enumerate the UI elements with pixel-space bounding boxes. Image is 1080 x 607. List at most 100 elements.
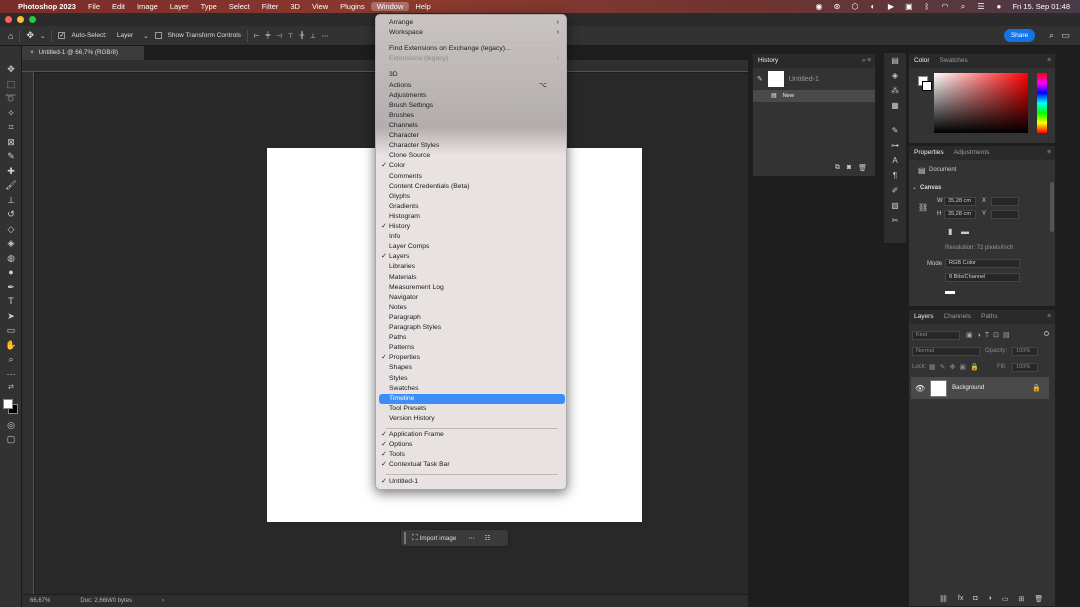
lock-icon[interactable]: ▣	[904, 2, 913, 11]
minimize-button[interactable]	[17, 16, 24, 23]
history-snapshot[interactable]: ✎ Untitled-1	[753, 68, 875, 90]
menu-item-channels[interactable]: Channels	[379, 121, 565, 131]
stamp-tool-icon[interactable]: ⊥	[0, 193, 22, 208]
menu-item-workspace[interactable]: Workspace ›	[379, 28, 565, 38]
tab-layers[interactable]: Layers	[914, 310, 934, 324]
background-color-swatch[interactable]	[922, 81, 932, 91]
fill-color-swatch[interactable]	[945, 291, 955, 294]
menu-window[interactable]: Window	[370, 2, 410, 11]
tab-paths[interactable]: Paths	[981, 310, 998, 324]
wifi-icon[interactable]: ◠	[940, 2, 949, 11]
menu-item-measurement-log[interactable]: Measurement Log	[379, 283, 565, 293]
menu-filter[interactable]: Filter	[256, 2, 285, 11]
blend-mode-dropdown[interactable]: Normal	[912, 347, 980, 356]
menu-item-notes[interactable]: Notes	[379, 303, 565, 313]
swatch-icon[interactable]: ▦	[884, 98, 906, 113]
eyedropper-icon[interactable]: ✎	[0, 149, 22, 164]
quick-mask-icon[interactable]: ◎	[0, 418, 22, 433]
path-select-icon[interactable]: ➤	[0, 309, 22, 324]
menu-item-comments[interactable]: Comments	[379, 172, 565, 182]
menu-item-brush-settings[interactable]: Brush Settings	[379, 101, 565, 111]
menu-help[interactable]: Help	[409, 2, 436, 11]
hue-slider[interactable]	[1037, 73, 1047, 133]
link-layers-icon[interactable]: ⛓	[939, 595, 948, 603]
magic-wand-icon[interactable]: ✧	[0, 106, 22, 121]
portrait-orientation-icon[interactable]: ▮	[948, 227, 952, 236]
status-icon-4[interactable]: ◐	[868, 2, 877, 11]
menu-item-version-history[interactable]: Version History	[379, 414, 565, 424]
menu-item-layer-comps[interactable]: Layer Comps	[379, 242, 565, 252]
blur-tool-icon[interactable]: ◍	[0, 251, 22, 266]
menu-item-tools[interactable]: ✓ Tools	[379, 450, 565, 460]
marquee-tool-icon[interactable]: ⬚	[0, 77, 22, 92]
menu-item-properties[interactable]: ✓ Properties	[379, 353, 565, 363]
menu-plugins[interactable]: Plugins	[334, 2, 371, 11]
tools-presets-icon[interactable]: ✂	[884, 213, 906, 228]
menu-item-actions[interactable]: Actions ⌥	[379, 81, 565, 91]
mode-dropdown[interactable]: RGB Color	[945, 259, 1020, 268]
close-button[interactable]	[5, 16, 12, 23]
paint-bucket-icon[interactable]: ◈	[0, 236, 22, 251]
align-middle-icon[interactable]: ╫	[300, 32, 305, 39]
menu-item-history[interactable]: ✓ History	[379, 222, 565, 232]
new-layer-icon[interactable]: ⊞	[1018, 595, 1024, 603]
opacity-field[interactable]: 100%	[1012, 347, 1038, 356]
vertical-ruler[interactable]	[22, 72, 34, 594]
menu-item-application-frame[interactable]: ✓ Application Frame	[379, 430, 565, 440]
screen-mode-icon[interactable]: ▢	[0, 432, 22, 447]
tab-history[interactable]: History	[758, 54, 778, 68]
brush-tool-icon[interactable]: 🖌	[0, 178, 22, 193]
more-options-icon[interactable]: ⋯	[468, 535, 474, 542]
healing-brush-icon[interactable]: ✚	[0, 164, 22, 179]
add-mask-icon[interactable]: ◘	[973, 595, 977, 603]
layer-row-background[interactable]: 👁 Background 🔒	[911, 377, 1049, 399]
status-icon-1[interactable]: ◉	[814, 2, 823, 11]
search-icon[interactable]: ⌕	[1049, 30, 1054, 41]
panel-menu-icon[interactable]: ≡	[1047, 310, 1055, 324]
workspace-icon[interactable]: ▭	[1061, 30, 1070, 41]
zoom-button[interactable]	[29, 16, 36, 23]
align-left-icon[interactable]: ⊢	[254, 32, 260, 40]
pen-tool-icon[interactable]: ✒	[0, 280, 22, 295]
menu-item-gradients[interactable]: Gradients	[379, 202, 565, 212]
y-field[interactable]	[991, 210, 1019, 219]
menu-item-timeline[interactable]: Timeline	[379, 394, 565, 404]
swap-colors-icon[interactable]: ⇄	[0, 381, 22, 396]
move-tool-icon[interactable]: ✥	[26, 30, 34, 41]
status-icon-2[interactable]: ⊛	[832, 2, 841, 11]
settings-icon[interactable]: ☷	[485, 535, 491, 542]
layer-name[interactable]: Background	[952, 385, 984, 391]
menu-layer[interactable]: Layer	[164, 2, 195, 11]
menu-type[interactable]: Type	[195, 2, 223, 11]
lasso-tool-icon[interactable]: ➰	[0, 91, 22, 106]
dodge-tool-icon[interactable]: ●	[0, 265, 22, 280]
import-image-button[interactable]: Import image	[420, 535, 457, 542]
trash-icon[interactable]: 🗑	[858, 164, 867, 172]
app-menu[interactable]: Photoshop 2023	[12, 2, 82, 11]
document-tab[interactable]: × Untitled-1 @ 66,7% (RGB/8)	[22, 46, 144, 60]
menu-item-navigator[interactable]: Navigator	[379, 293, 565, 303]
control-center-icon[interactable]: ☰	[976, 2, 985, 11]
visibility-eye-icon[interactable]: 👁	[915, 384, 925, 393]
more-tools-icon[interactable]: ⋯	[0, 367, 22, 382]
height-field[interactable]: 35,28 cm	[944, 210, 976, 219]
share-button[interactable]: Share	[1004, 29, 1035, 42]
character-icon[interactable]: A	[884, 153, 906, 168]
align-bottom-icon[interactable]: ⊥	[310, 32, 316, 40]
menu-item-paths[interactable]: Paths	[379, 333, 565, 343]
menu-item-patterns[interactable]: Patterns	[379, 343, 565, 353]
libraries-icon[interactable]: ⁂	[884, 83, 906, 98]
panel-menu-icon[interactable]: » ≡	[862, 54, 875, 68]
color-swatches[interactable]	[0, 396, 22, 418]
chevron-down-icon[interactable]: ⌄	[40, 32, 45, 40]
tab-properties[interactable]: Properties	[914, 146, 944, 160]
menu-item-histogram[interactable]: Histogram	[379, 212, 565, 222]
auto-select-checkbox[interactable]: ✓	[58, 32, 66, 39]
home-icon[interactable]: ⌂	[8, 31, 13, 41]
chevron-down-icon[interactable]: ⌄	[143, 32, 148, 40]
fx-icon[interactable]: fx	[958, 595, 963, 603]
rectangle-tool-icon[interactable]: ▭	[0, 323, 22, 338]
align-top-icon[interactable]: ⊤	[288, 32, 294, 40]
menu-edit[interactable]: Edit	[106, 2, 131, 11]
menu-item-swatches[interactable]: Swatches	[379, 384, 565, 394]
